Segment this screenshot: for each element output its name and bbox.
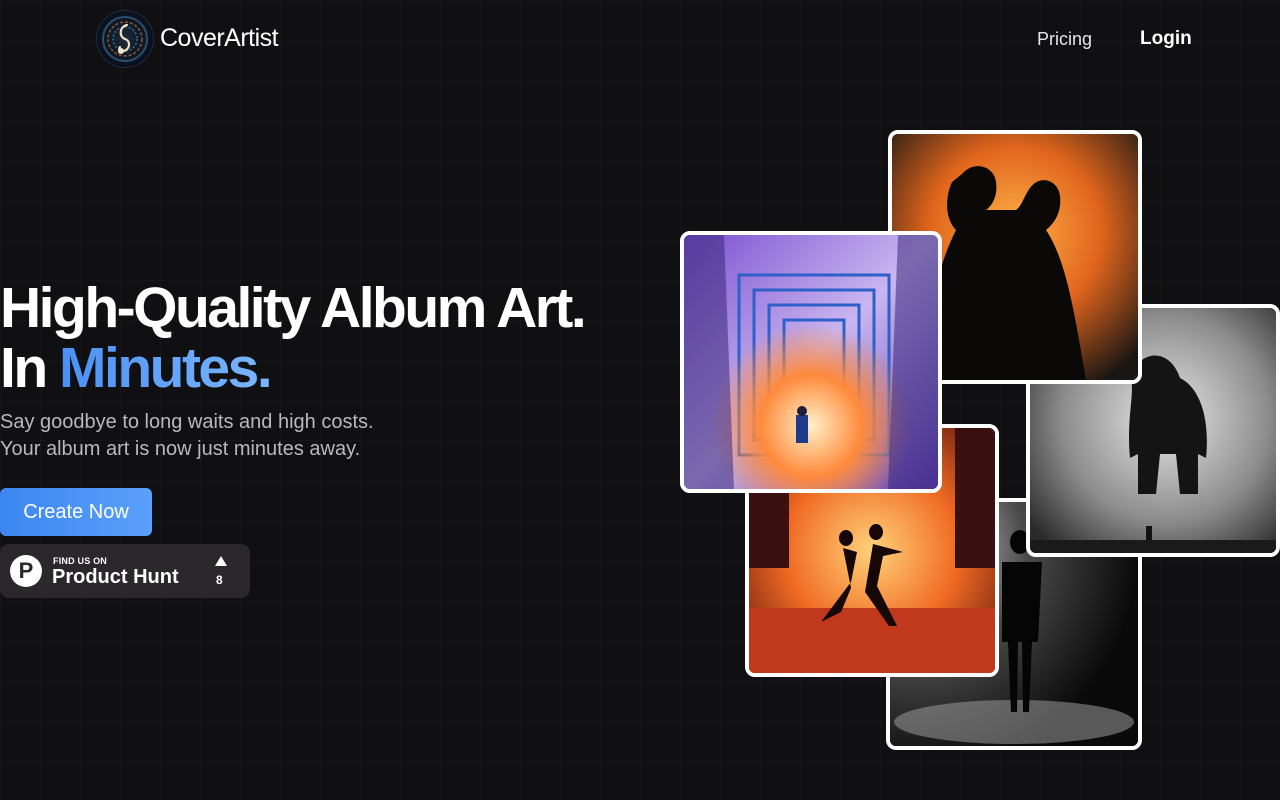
product-hunt-logo-icon: P [10, 555, 42, 587]
product-hunt-small-label: FIND US ON [53, 556, 108, 566]
hero-subtitle: Say goodbye to long waits and high costs… [0, 409, 374, 463]
product-hunt-label: Product Hunt [52, 566, 179, 588]
brand-name[interactable]: CoverArtist [160, 24, 279, 53]
watercolor-maze-forest-art [680, 231, 942, 493]
hero-title: High-Quality Album Art. In Minutes. [0, 276, 587, 398]
nav-pricing-link[interactable]: Pricing [1037, 29, 1092, 50]
product-hunt-upvote-count: 8 [216, 573, 223, 587]
hero-title-prefix: In [0, 336, 59, 400]
hero-title-accent: Minutes. [59, 336, 273, 400]
upvote-arrow-icon [215, 556, 227, 566]
create-now-button[interactable]: Create Now [0, 488, 152, 536]
brand-logo-icon[interactable] [97, 11, 153, 67]
hero-title-line1: High-Quality Album Art. [0, 276, 587, 340]
product-hunt-badge[interactable]: P FIND US ON Product Hunt [0, 544, 250, 598]
hero-subtitle-line2: Your album art is now just minutes away. [0, 438, 361, 460]
nav-login-link[interactable]: Login [1140, 28, 1192, 50]
hero-subtitle-line1: Say goodbye to long waits and high costs… [0, 411, 374, 433]
hero-title-line2: In Minutes. [0, 338, 584, 398]
